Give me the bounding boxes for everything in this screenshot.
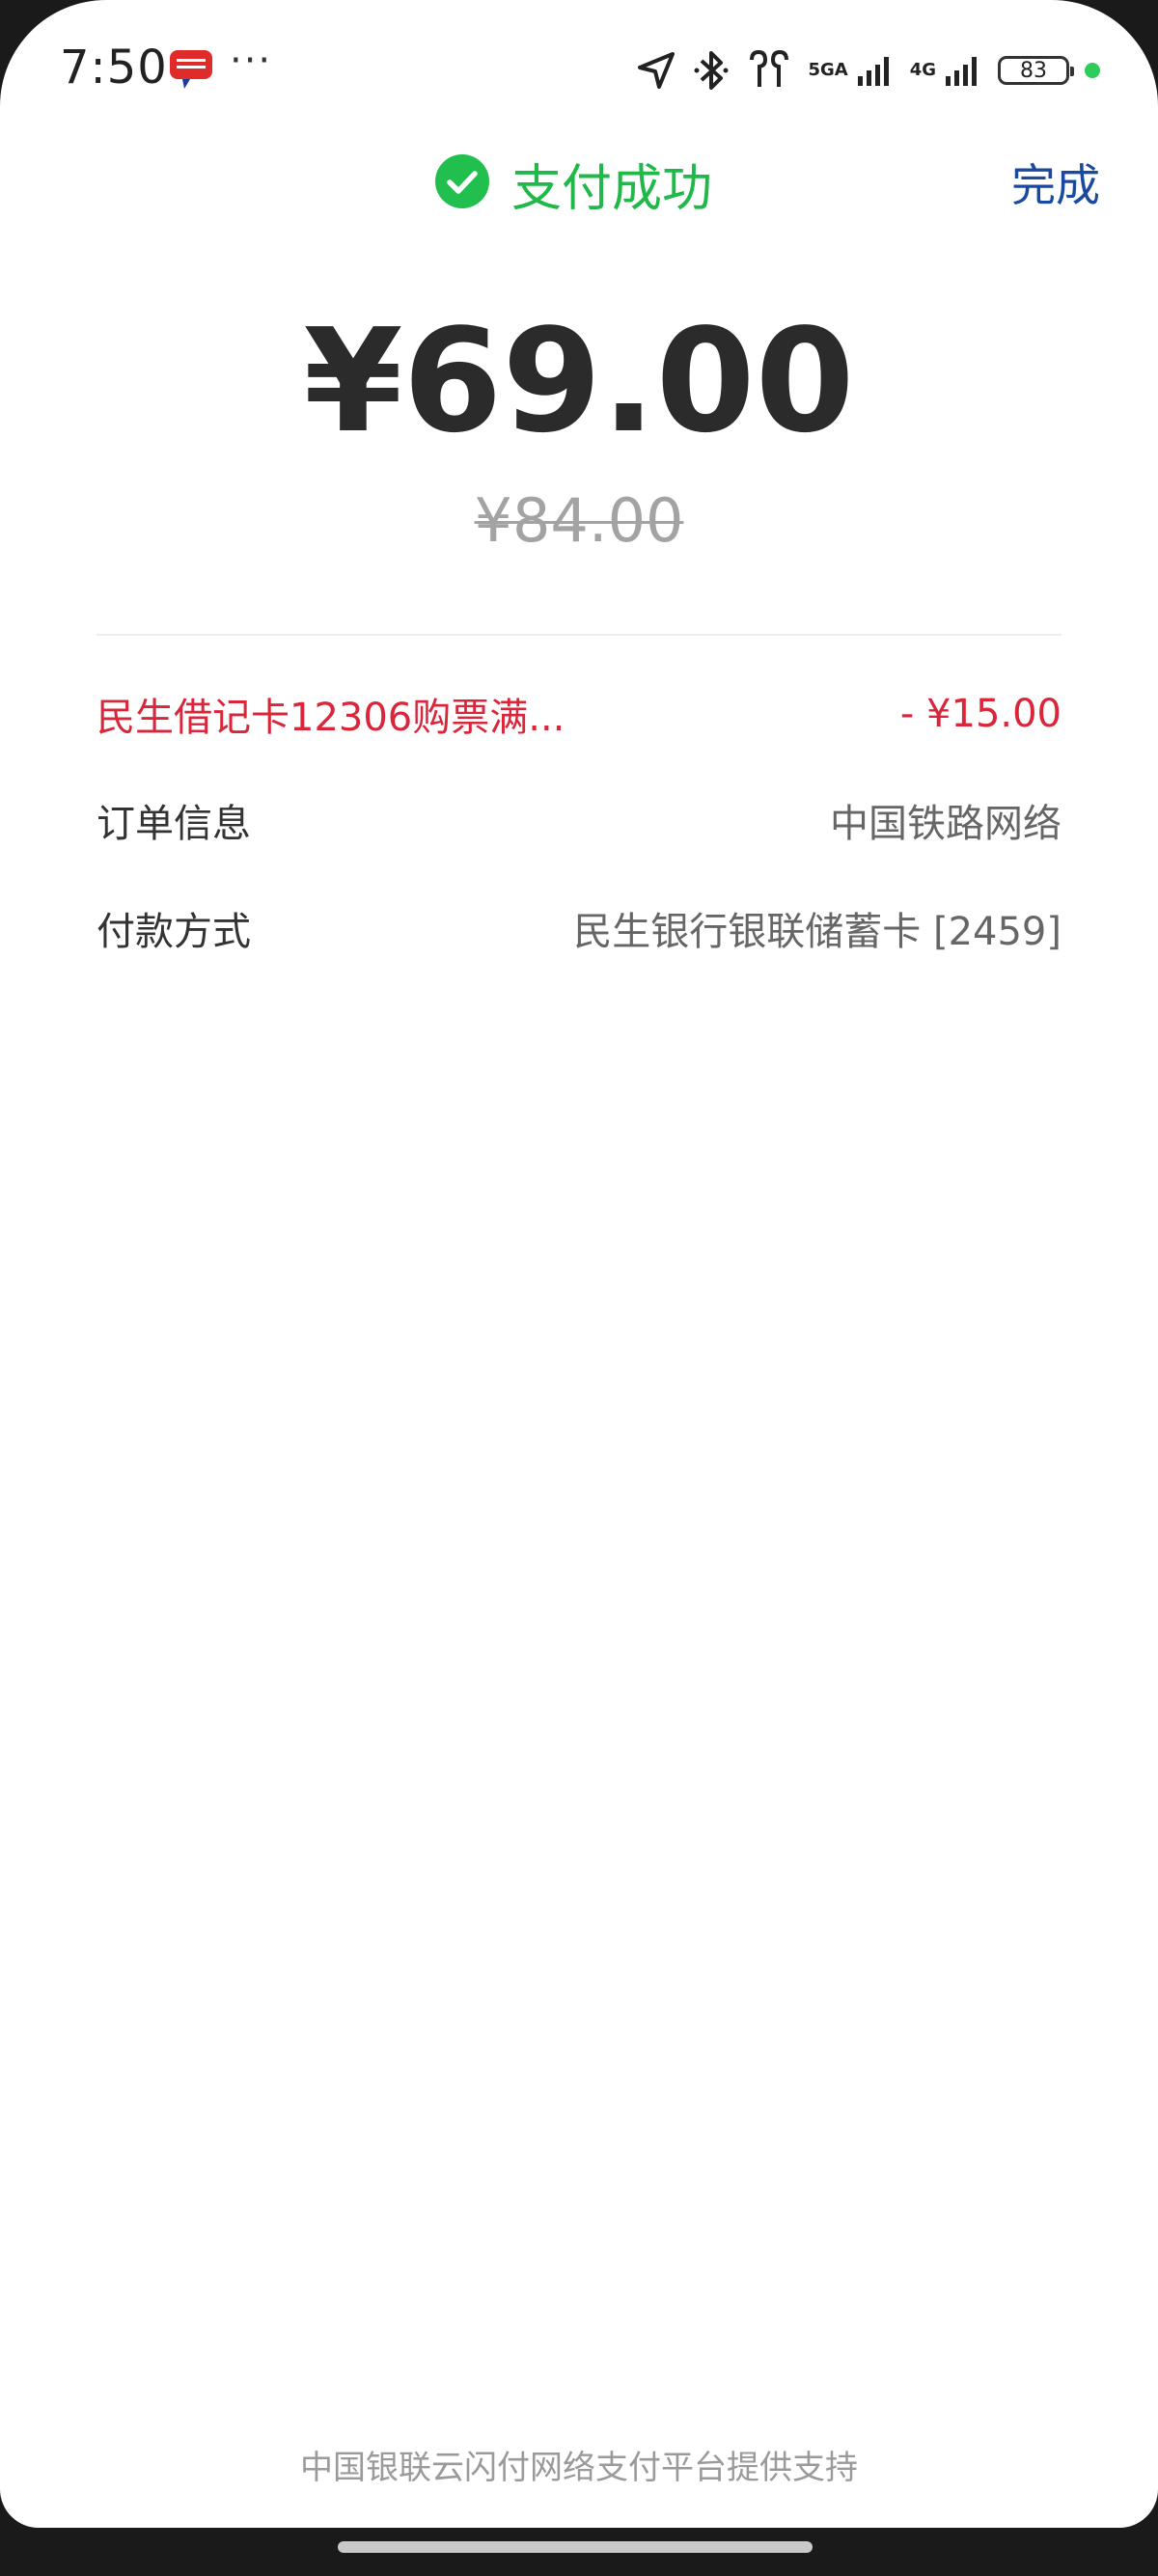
payment-method-label: 付款方式 <box>96 910 251 954</box>
status-time: 7:50 <box>60 41 168 95</box>
network-5ga-label: 5GA <box>808 60 848 80</box>
order-info-value: 中国铁路网络 <box>830 802 1062 846</box>
battery-level: 83 <box>1020 58 1047 83</box>
result-header: 支付成功 完成 <box>0 145 1158 251</box>
earbuds-icon <box>746 50 792 91</box>
discount-row: 民生借记卡12306购票满... - ¥15.00 <box>96 685 1062 743</box>
signal-5g-icon <box>856 53 895 88</box>
payment-method-value: 民生银行银联储蓄卡 [2459] <box>573 910 1062 954</box>
battery-icon: 83 <box>998 56 1074 85</box>
original-amount-text: ¥84.00 <box>474 485 684 556</box>
privacy-indicator-dot <box>1085 63 1100 78</box>
screen: 7:50 ··· 5GA 4G 83 支付成功 完成 ¥69.00 ¥84.00… <box>0 0 1158 2528</box>
success-title: 支付成功 <box>434 145 712 222</box>
cloud-quickpass-app-icon <box>169 48 213 91</box>
status-bar: 7:50 ··· 5GA 4G 83 <box>0 0 1158 145</box>
signal-4g-icon <box>944 53 982 88</box>
payment-method-row: 付款方式 民生银行银联储蓄卡 [2459] <box>96 899 1062 957</box>
home-indicator[interactable] <box>338 2541 813 2553</box>
paid-amount: ¥69.00 <box>303 298 855 464</box>
bluetooth-icon <box>692 49 731 92</box>
original-amount: ¥84.00 <box>0 478 1158 564</box>
check-circle-icon <box>434 153 490 213</box>
network-4g-label: 4G <box>909 60 936 80</box>
location-icon <box>636 50 676 91</box>
status-icons: 5GA 4G 83 <box>636 46 1100 95</box>
done-button[interactable]: 完成 <box>1011 151 1100 214</box>
discount-value: - ¥15.00 <box>899 692 1062 736</box>
success-text: 支付成功 <box>511 159 713 218</box>
discount-label: 民生借记卡12306购票满... <box>96 696 565 740</box>
order-info-label: 订单信息 <box>96 802 251 846</box>
powered-by-footer: 中国银联云闪付网络支付平台提供支持 <box>300 2449 858 2487</box>
divider <box>96 634 1062 636</box>
order-info-row: 订单信息 中国铁路网络 <box>96 791 1062 849</box>
more-notifications-icon: ··· <box>230 39 273 83</box>
device-frame: 7:50 ··· 5GA 4G 83 支付成功 完成 ¥69.00 ¥84.00… <box>0 0 1158 2576</box>
